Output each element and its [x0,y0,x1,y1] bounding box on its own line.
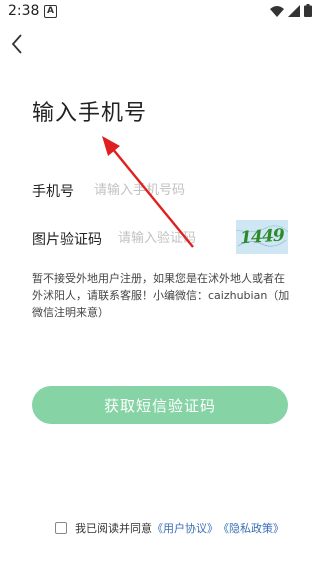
privacy-policy-link[interactable]: 《隐私政策》 [218,520,284,536]
captcha-label: 图片验证码 [32,232,102,248]
agreement-checkbox[interactable] [55,522,67,534]
status-time: 2:38 [8,3,40,19]
status-indicators [270,4,312,17]
notice-text: 暂不接受外地用户注册，如果您是在沭外地人或者在外沭阳人，请联系客服！小编微信：c… [32,272,290,319]
captcha-input[interactable] [118,229,228,247]
notification-icon: A [44,5,57,18]
battery-icon [304,4,312,17]
page-title: 输入手机号 [32,101,148,126]
phone-label: 手机号 [32,184,74,200]
status-bar: 2:38 A [0,0,320,24]
phone-input[interactable] [94,181,274,199]
captcha-text: 1449 [238,225,286,249]
wifi-icon [270,5,284,17]
get-sms-code-button[interactable]: 获取短信验证码 [32,386,288,424]
user-agreement-link[interactable]: 《用户协议》 [152,520,218,536]
signal-icon [288,4,300,17]
agreement-prefix: 我已阅读并同意 [75,522,152,535]
captcha-image[interactable]: 1449 [236,220,288,254]
agreement-row: 我已阅读并同意 《用户协议》 《隐私政策》 [55,520,284,536]
back-icon[interactable] [6,30,30,58]
